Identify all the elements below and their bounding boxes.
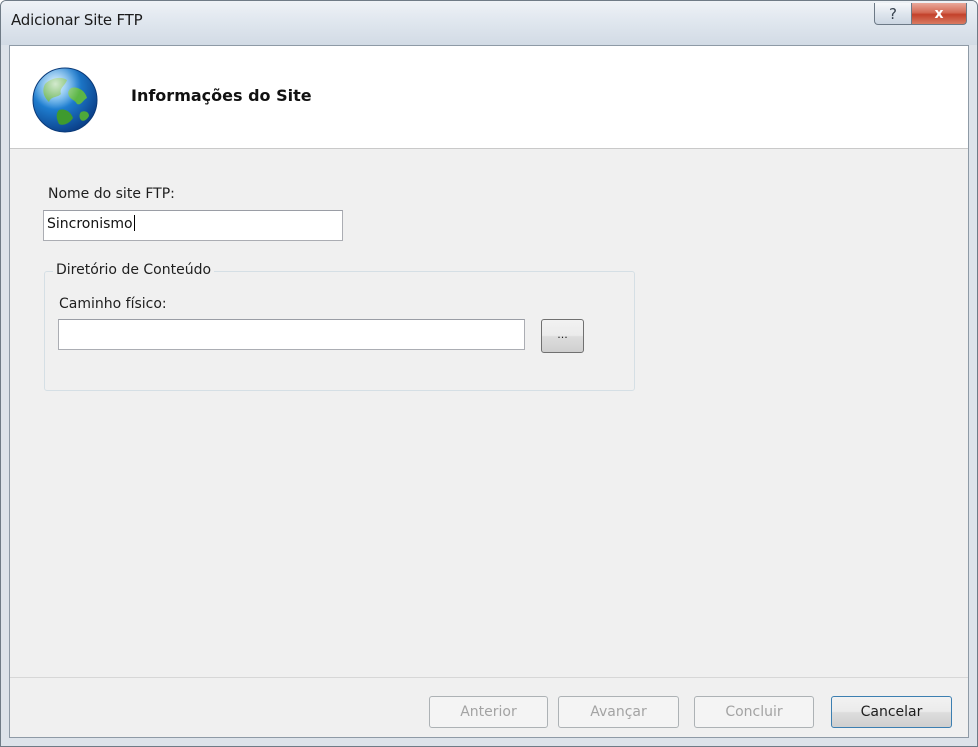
physical-path-input[interactable] (58, 319, 525, 350)
help-icon: ? (889, 4, 897, 23)
cancel-button[interactable]: Cancelar (831, 696, 952, 728)
next-label: Avançar (590, 704, 647, 720)
text-caret (133, 215, 135, 231)
finish-button[interactable]: Concluir (694, 696, 814, 728)
dialog-content: Informações do Site Nome do site FTP: Si… (9, 45, 969, 738)
physical-path-label: Caminho físico: (59, 296, 167, 312)
next-button[interactable]: Avançar (558, 696, 679, 728)
finish-label: Concluir (725, 704, 783, 720)
page-heading: Informações do Site (131, 86, 312, 105)
globe-icon (32, 67, 98, 133)
window-title: Adicionar Site FTP (11, 11, 143, 29)
previous-button[interactable]: Anterior (429, 696, 548, 728)
cancel-label: Cancelar (860, 704, 923, 720)
site-name-label: Nome do site FTP: (48, 186, 175, 202)
site-name-value: Sincronismo (47, 216, 133, 232)
browse-button[interactable]: ... (541, 319, 584, 353)
help-button[interactable]: ? (874, 3, 912, 25)
dialog-window: Adicionar Site FTP ? x Informações do Si… (0, 0, 978, 747)
footer-separator (10, 677, 968, 678)
site-name-input[interactable]: Sincronismo (43, 210, 343, 241)
content-directory-legend: Diretório de Conteúdo (53, 262, 215, 278)
close-icon: x (934, 5, 944, 22)
previous-label: Anterior (460, 704, 517, 720)
title-bar[interactable]: Adicionar Site FTP ? x (1, 1, 977, 45)
close-button[interactable]: x (911, 3, 967, 25)
wizard-header: Informações do Site (10, 46, 968, 149)
browse-label: ... (557, 327, 568, 341)
